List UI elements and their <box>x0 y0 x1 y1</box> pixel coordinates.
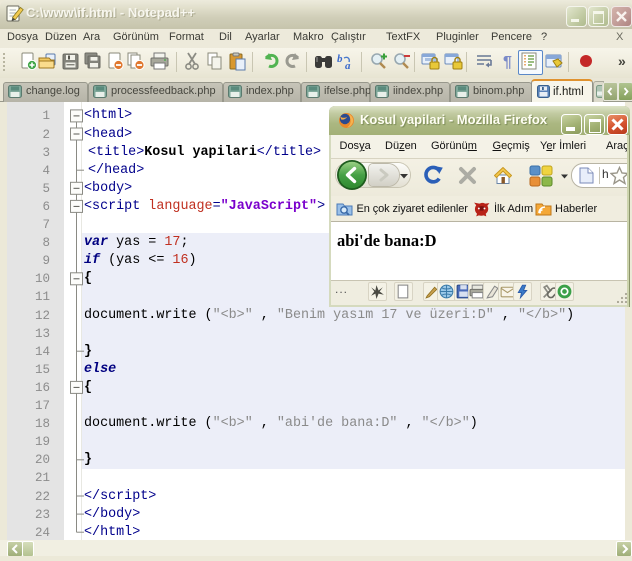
svg-text:a: a <box>345 60 351 71</box>
svg-text:b: b <box>337 53 343 65</box>
svg-text:¶: ¶ <box>503 54 512 71</box>
